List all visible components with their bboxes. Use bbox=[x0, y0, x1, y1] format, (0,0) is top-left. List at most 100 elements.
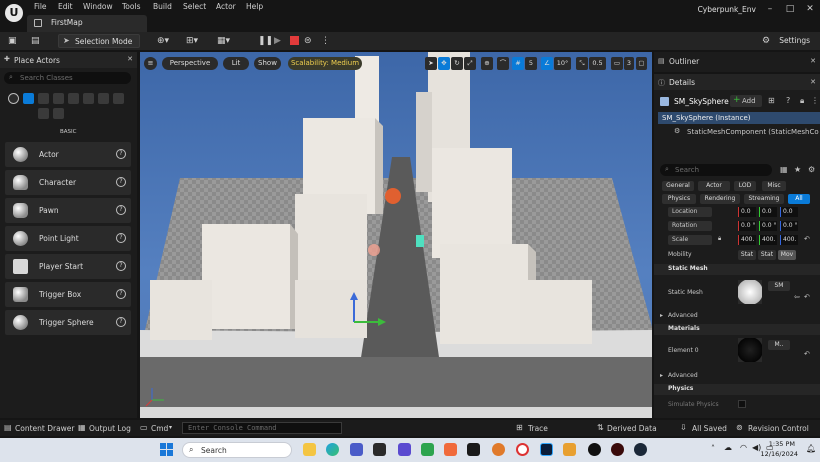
maximize-icon[interactable]: □ bbox=[782, 3, 798, 15]
steam-icon[interactable] bbox=[634, 443, 647, 456]
settings-button[interactable]: Settings bbox=[779, 36, 810, 45]
obs-icon[interactable] bbox=[611, 443, 624, 456]
davinci-icon[interactable] bbox=[467, 443, 480, 456]
basic-category-icon[interactable] bbox=[23, 93, 34, 104]
help-icon[interactable]: ? bbox=[116, 149, 126, 159]
lock-icon[interactable]: 🔒︎ bbox=[800, 96, 804, 106]
menu-file[interactable]: File bbox=[34, 2, 47, 11]
static-mesh-thumbnail[interactable] bbox=[738, 280, 762, 304]
wifi-icon[interactable]: ◠ bbox=[740, 443, 747, 452]
rotation-z-field[interactable]: 0.0 ° bbox=[780, 221, 798, 231]
blueprint-icon[interactable]: ⊞▾ bbox=[186, 35, 198, 47]
show-button[interactable]: Show bbox=[254, 57, 281, 70]
menu-build[interactable]: Build bbox=[153, 2, 172, 11]
cinematics-icon[interactable]: ▦▾ bbox=[217, 35, 230, 47]
blueprint-icon[interactable]: ⊞ bbox=[768, 96, 775, 105]
mobility-movable[interactable]: Mov bbox=[778, 250, 796, 260]
gear-icon[interactable]: ⚙ bbox=[808, 165, 815, 174]
star-icon[interactable]: ★ bbox=[794, 165, 801, 174]
browse-asset-icon[interactable]: ⇦ bbox=[794, 293, 800, 301]
visual-studio-icon[interactable] bbox=[398, 443, 411, 456]
scale-dropdown[interactable]: Scale bbox=[668, 235, 712, 245]
actor-item-trigger-sphere[interactable]: Trigger Sphere ? bbox=[5, 310, 131, 335]
filter-physics[interactable]: Physics bbox=[662, 194, 696, 204]
trace-button[interactable]: Trace bbox=[528, 424, 548, 433]
reset-icon[interactable]: ↶ bbox=[804, 350, 810, 358]
add-content-icon[interactable]: ⊕▾ bbox=[157, 35, 169, 47]
grid-snap-value[interactable]: 5 bbox=[525, 57, 537, 70]
extra-category-icon[interactable] bbox=[53, 108, 64, 119]
menu-window[interactable]: Window bbox=[83, 2, 113, 11]
save-icon[interactable]: ▣ bbox=[8, 35, 17, 47]
photos-icon[interactable] bbox=[563, 443, 576, 456]
edge-icon[interactable] bbox=[326, 443, 339, 456]
stop-icon[interactable] bbox=[290, 36, 299, 45]
more-options-icon[interactable]: ⋮ bbox=[811, 96, 819, 105]
visual-effects-icon[interactable] bbox=[68, 93, 79, 104]
chevron-up-icon[interactable]: ˄ bbox=[711, 444, 715, 453]
scale-z-field[interactable]: 400. bbox=[780, 235, 798, 245]
opera-icon[interactable] bbox=[516, 443, 529, 456]
actor-item-point-light[interactable]: Point Light ? bbox=[5, 226, 131, 251]
gear-icon[interactable]: ⚙ bbox=[762, 35, 770, 47]
tree-row-component[interactable]: ⚙ StaticMeshComponent (StaticMeshCo bbox=[658, 126, 820, 138]
add-component-button[interactable]: + Add bbox=[730, 95, 762, 107]
location-dropdown[interactable]: Location bbox=[668, 207, 712, 217]
selection-mode-button[interactable]: ➤ Selection Mode bbox=[58, 34, 140, 48]
scale-y-field[interactable]: 400. bbox=[759, 235, 777, 245]
terminal-icon[interactable] bbox=[373, 443, 386, 456]
viewport-menu-icon[interactable]: ≡ bbox=[144, 57, 157, 70]
clock-date[interactable]: 12/16/2024 bbox=[761, 450, 798, 458]
scale-snap-value[interactable]: 0.5 bbox=[589, 57, 606, 70]
rotation-x-field[interactable]: 0.0 ° bbox=[738, 221, 756, 231]
camera-speed-value[interactable]: 3 bbox=[624, 57, 634, 70]
lit-button[interactable]: Lit bbox=[223, 57, 249, 70]
close-panel-icon[interactable]: ✕ bbox=[810, 78, 816, 86]
all-classes-icon[interactable] bbox=[113, 93, 124, 104]
xbox-icon[interactable] bbox=[421, 443, 434, 456]
scale-x-field[interactable]: 400. bbox=[738, 235, 756, 245]
cmd-dropdown[interactable]: Cmd bbox=[151, 424, 168, 433]
filter-all[interactable]: All bbox=[788, 194, 810, 204]
close-panel-icon[interactable]: ✕ bbox=[127, 55, 133, 63]
details-title[interactable]: Details bbox=[669, 78, 695, 87]
recent-icon[interactable] bbox=[8, 93, 19, 104]
grid-snap-icon[interactable]: # bbox=[512, 57, 524, 70]
unreal-engine-icon[interactable] bbox=[588, 443, 601, 456]
actor-item-trigger-box[interactable]: Trigger Box ? bbox=[5, 282, 131, 307]
help-icon[interactable]: ? bbox=[116, 205, 126, 215]
geometry-icon[interactable] bbox=[38, 108, 49, 119]
output-log-button[interactable]: Output Log bbox=[89, 424, 131, 433]
tab-firstmap[interactable]: FirstMap bbox=[27, 15, 147, 32]
camera-speed-icon[interactable]: ▭ bbox=[611, 57, 623, 70]
gamepad-icon[interactable]: ⊜ bbox=[304, 35, 312, 47]
location-y-field[interactable]: 0.0 bbox=[759, 207, 777, 217]
mobility-stationary[interactable]: Stat bbox=[758, 250, 776, 260]
mobility-static[interactable]: Stat bbox=[738, 250, 756, 260]
unreal-logo-icon[interactable]: U bbox=[5, 4, 23, 22]
select-tool-icon[interactable]: ➤ bbox=[425, 57, 437, 70]
notification-bell-icon[interactable]: 🔔︎ bbox=[806, 444, 816, 453]
console-command-input[interactable]: Enter Console Command bbox=[182, 422, 342, 434]
grid-view-icon[interactable]: ▦ bbox=[780, 165, 788, 174]
materials-section[interactable]: Materials bbox=[654, 324, 820, 335]
shapes-icon[interactable] bbox=[98, 93, 109, 104]
location-x-field[interactable]: 0.0 bbox=[738, 207, 756, 217]
revision-control-button[interactable]: Revision Control bbox=[748, 424, 809, 433]
filter-lod[interactable]: LOD bbox=[734, 181, 756, 191]
rotation-snap-value[interactable]: 10° bbox=[554, 57, 571, 70]
physics-section[interactable]: Physics bbox=[654, 384, 820, 395]
translate-tool-icon[interactable]: ✥ bbox=[438, 57, 450, 70]
advanced-toggle-1[interactable]: Advanced bbox=[668, 312, 698, 319]
rotation-y-field[interactable]: 0.0 ° bbox=[759, 221, 777, 231]
pause-icon[interactable]: ❚❚ bbox=[258, 35, 273, 47]
scale-tool-icon[interactable]: ⤢ bbox=[464, 57, 476, 70]
close-panel-icon[interactable]: ✕ bbox=[810, 57, 816, 65]
search-classes-input[interactable]: ⌕ Search Classes bbox=[4, 72, 131, 84]
filter-rendering[interactable]: Rendering bbox=[700, 194, 740, 204]
menu-tools[interactable]: Tools bbox=[122, 2, 140, 11]
material-dropdown[interactable]: M.. bbox=[768, 340, 790, 350]
reset-icon[interactable]: ↶ bbox=[804, 235, 810, 243]
photoshop-icon[interactable] bbox=[540, 443, 553, 456]
file-explorer-icon[interactable] bbox=[303, 443, 316, 456]
